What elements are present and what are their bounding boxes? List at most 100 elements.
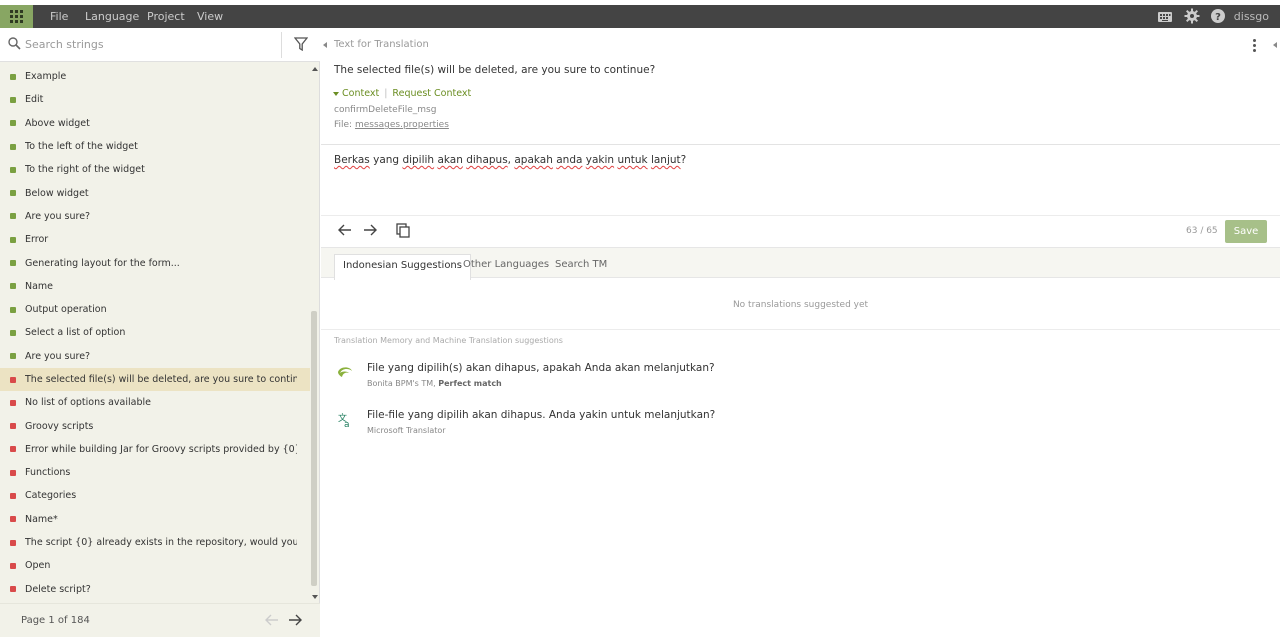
list-item[interactable]: Error bbox=[0, 228, 310, 251]
arrow-left-icon[interactable] bbox=[338, 224, 352, 236]
collapse-right-icon[interactable] bbox=[1273, 42, 1277, 48]
file-link[interactable]: messages.properties bbox=[355, 120, 449, 130]
status-dot bbox=[10, 329, 16, 336]
suggestion-text: File yang dipilih(s) akan dihapus, apaka… bbox=[367, 362, 715, 374]
search-divider bbox=[281, 32, 282, 58]
status-dot bbox=[10, 399, 16, 406]
arrow-right-icon[interactable] bbox=[363, 224, 377, 236]
context-separator: | bbox=[384, 88, 388, 99]
list-item[interactable]: Edit bbox=[0, 88, 310, 111]
list-item-selected[interactable]: The selected file(s) will be deleted, ar… bbox=[0, 367, 310, 392]
list-item[interactable]: Error while building Jar for Groovy scri… bbox=[0, 438, 310, 461]
tab-indonesian-suggestions[interactable]: Indonesian Suggestions bbox=[334, 254, 471, 280]
scrollbar-thumb[interactable] bbox=[311, 311, 317, 586]
collapse-left-icon[interactable] bbox=[323, 42, 327, 48]
suggestion-source: Bonita BPM's TM, Perfect match bbox=[367, 379, 502, 388]
list-item[interactable]: Categories bbox=[0, 484, 310, 507]
next-page-icon[interactable] bbox=[288, 614, 302, 626]
help-icon[interactable]: ? bbox=[1210, 8, 1226, 24]
context-file: File: messages.properties bbox=[334, 120, 449, 130]
list-item[interactable]: Name* bbox=[0, 508, 310, 531]
scroll-down-icon[interactable] bbox=[312, 595, 318, 599]
search-input[interactable]: Search strings bbox=[25, 38, 104, 51]
status-dot bbox=[10, 213, 16, 220]
prev-page-icon[interactable] bbox=[265, 614, 279, 626]
request-context-link[interactable]: Request Context bbox=[392, 88, 471, 99]
gear-icon[interactable] bbox=[1184, 8, 1200, 24]
list-item[interactable]: Select a list of option bbox=[0, 321, 310, 344]
translation-word: anda bbox=[556, 154, 583, 166]
status-dot bbox=[10, 376, 16, 383]
pager: Page 1 of 184 bbox=[0, 603, 320, 637]
list-item[interactable]: Below widget bbox=[0, 181, 310, 204]
context-row: Context | Request Context bbox=[333, 88, 471, 99]
translation-word: Berkas bbox=[334, 154, 370, 166]
list-item[interactable]: To the right of the widget bbox=[0, 158, 310, 181]
source-text: The selected file(s) will be deleted, ar… bbox=[334, 64, 656, 76]
search-icon bbox=[8, 37, 21, 50]
suggestion-text: File-file yang dipilih akan dihapus. And… bbox=[367, 409, 716, 421]
list-item[interactable]: Example bbox=[0, 65, 310, 88]
section-title: Text for Translation bbox=[334, 39, 429, 50]
menu-project[interactable]: Project bbox=[147, 5, 185, 28]
status-dot bbox=[10, 260, 16, 267]
status-dot bbox=[10, 492, 16, 499]
svg-text:?: ? bbox=[1215, 12, 1221, 23]
apps-button[interactable] bbox=[0, 5, 33, 28]
copy-source-icon[interactable] bbox=[396, 223, 410, 238]
list-item[interactable]: Delete script? bbox=[0, 578, 310, 601]
list-scrollbar[interactable] bbox=[310, 65, 318, 631]
menu-view[interactable]: View bbox=[197, 5, 223, 28]
list-item[interactable]: To the left of the widget bbox=[0, 135, 310, 158]
username[interactable]: dissgo bbox=[1234, 5, 1269, 28]
translation-word: lanjut bbox=[650, 154, 681, 166]
translator-icon: 文 a bbox=[338, 412, 350, 428]
list-item[interactable]: No list of options available bbox=[0, 391, 310, 414]
list-item[interactable]: Output operation bbox=[0, 298, 310, 321]
tab-other-languages[interactable]: Other Languages bbox=[455, 254, 557, 280]
list-item[interactable]: Functions bbox=[0, 461, 310, 484]
svg-text:a: a bbox=[344, 420, 350, 428]
context-toggle[interactable]: Context bbox=[342, 88, 379, 99]
list-item[interactable]: Groovy scripts bbox=[0, 414, 310, 437]
translation-word: akan bbox=[437, 154, 463, 166]
empty-suggestions: No translations suggested yet bbox=[732, 300, 869, 310]
scroll-up-icon[interactable] bbox=[312, 67, 318, 71]
filter-icon[interactable] bbox=[294, 37, 308, 51]
list-item[interactable]: Above widget bbox=[0, 112, 310, 135]
list-item[interactable]: Generating layout for the form... bbox=[0, 251, 310, 274]
keyboard-icon[interactable] bbox=[1157, 9, 1173, 25]
translation-word: yakin bbox=[585, 154, 615, 166]
translation-word: dihapus bbox=[466, 154, 508, 166]
status-dot bbox=[10, 190, 16, 197]
list-item[interactable]: Open bbox=[0, 554, 310, 577]
translation-word: yang bbox=[369, 154, 403, 166]
menu-file[interactable]: File bbox=[50, 5, 68, 28]
status-dot bbox=[10, 166, 16, 173]
more-options-icon[interactable] bbox=[1253, 39, 1257, 54]
status-dot bbox=[10, 73, 16, 80]
status-dot bbox=[10, 120, 16, 127]
status-dot bbox=[10, 423, 16, 430]
status-dot bbox=[10, 469, 16, 476]
apps-grid-icon bbox=[10, 10, 23, 23]
save-button[interactable]: Save bbox=[1225, 220, 1267, 243]
list-item[interactable]: Name bbox=[0, 275, 310, 298]
top-bar bbox=[0, 5, 1280, 28]
status-dot bbox=[10, 353, 16, 360]
tab-search-tm[interactable]: Search TM bbox=[547, 254, 615, 280]
menu-language[interactable]: Language bbox=[85, 5, 139, 28]
status-dot bbox=[10, 236, 16, 243]
translation-word: untuk bbox=[617, 154, 648, 166]
strings-sidebar: Search strings Example Edit Above widget… bbox=[0, 28, 320, 637]
list-item[interactable]: The script {0} already exists in the rep… bbox=[0, 531, 310, 554]
list-item[interactable]: Are you sure? bbox=[0, 345, 310, 368]
translation-input[interactable]: Berkas yang dipilih akan dihapus, apakah… bbox=[334, 154, 686, 166]
divider bbox=[321, 144, 1280, 145]
page-indicator: Page 1 of 184 bbox=[21, 615, 90, 626]
list-item[interactable]: Are you sure? bbox=[0, 205, 310, 228]
divider bbox=[321, 215, 1280, 216]
search-bar: Search strings bbox=[0, 28, 320, 62]
status-dot bbox=[10, 562, 16, 569]
suggestion-source: Microsoft Translator bbox=[367, 426, 446, 435]
